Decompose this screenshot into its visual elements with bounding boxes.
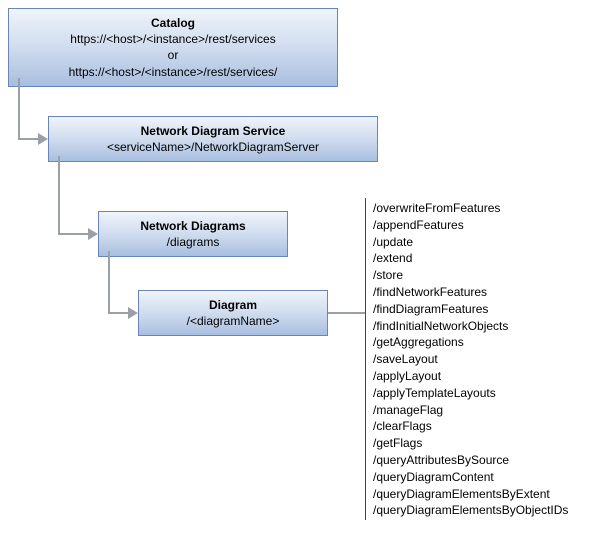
catalog-url2: https://<host>/<instance>/rest/services/ xyxy=(17,64,329,80)
node-diagrams: Network Diagrams /diagrams xyxy=(98,211,288,257)
connector-line xyxy=(108,251,110,314)
endpoint-item: /appendFeatures xyxy=(373,217,568,234)
endpoint-item: /applyLayout xyxy=(373,368,568,385)
endpoint-item: /manageFlag xyxy=(373,402,568,419)
endpoint-item: /findDiagramFeatures xyxy=(373,301,568,318)
connector-line xyxy=(18,78,20,140)
endpoint-item: /store xyxy=(373,267,568,284)
diagram-path: /<diagramName> xyxy=(147,313,319,329)
endpoint-item: /applyTemplateLayouts xyxy=(373,385,568,402)
diagrams-path: /diagrams xyxy=(107,234,279,250)
connector-line xyxy=(58,156,60,235)
endpoint-item: /getAggregations xyxy=(373,334,568,351)
diagram-title: Diagram xyxy=(147,297,319,313)
arrow-icon xyxy=(88,228,98,240)
bracket-line xyxy=(365,198,366,520)
node-diagram: Diagram /<diagramName> xyxy=(138,290,328,336)
connector-line xyxy=(108,312,128,314)
connector-line xyxy=(18,138,38,140)
arrow-icon xyxy=(38,133,48,145)
endpoint-item: /clearFlags xyxy=(373,418,568,435)
endpoint-item: /queryDiagramContent xyxy=(373,469,568,486)
node-catalog: Catalog https://<host>/<instance>/rest/s… xyxy=(8,8,338,87)
endpoint-item: /findNetworkFeatures xyxy=(373,284,568,301)
endpoints-list: /overwriteFromFeatures /appendFeatures /… xyxy=(373,200,568,519)
endpoint-item: /queryDiagramElementsByObjectIDs xyxy=(373,502,568,519)
endpoint-item: /overwriteFromFeatures xyxy=(373,200,568,217)
catalog-title: Catalog xyxy=(17,15,329,31)
arrow-icon xyxy=(128,307,138,319)
endpoint-item: /queryDiagramElementsByExtent xyxy=(373,486,568,503)
service-title: Network Diagram Service xyxy=(57,123,369,139)
endpoint-item: /findInitialNetworkObjects xyxy=(373,318,568,335)
node-service: Network Diagram Service <serviceName>/Ne… xyxy=(48,116,378,162)
catalog-url1: https://<host>/<instance>/rest/services xyxy=(17,31,329,47)
service-path: <serviceName>/NetworkDiagramServer xyxy=(57,139,369,155)
endpoint-item: /queryAttributesBySource xyxy=(373,452,568,469)
connector-line xyxy=(328,312,365,314)
diagrams-title: Network Diagrams xyxy=(107,218,279,234)
connector-line xyxy=(58,233,88,235)
endpoint-item: /extend xyxy=(373,250,568,267)
catalog-or: or xyxy=(17,47,329,63)
endpoint-item: /getFlags xyxy=(373,435,568,452)
endpoint-item: /saveLayout xyxy=(373,351,568,368)
endpoint-item: /update xyxy=(373,234,568,251)
